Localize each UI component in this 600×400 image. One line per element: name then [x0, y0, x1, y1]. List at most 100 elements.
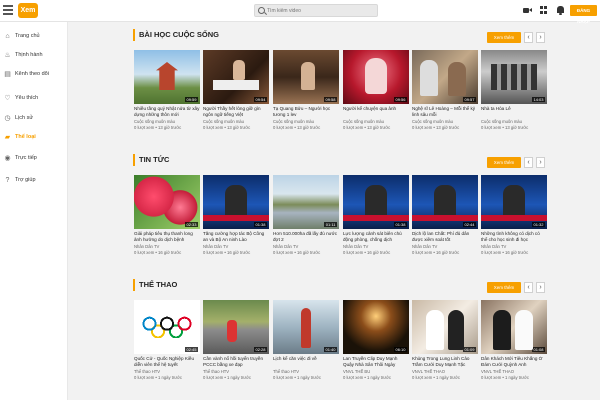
video-thumbnail[interactable]: 01:11 — [273, 175, 339, 229]
chevron-right-icon[interactable]: › — [536, 32, 545, 43]
video-channel[interactable]: Cuộc sống muôn màu — [134, 119, 200, 124]
video-thumbnail[interactable]: 01:38 — [203, 175, 269, 229]
video-thumbnail[interactable]: 09:54 — [203, 50, 269, 104]
menu-icon[interactable] — [3, 5, 13, 16]
sidebar-item-help[interactable]: ? Trợ giúp — [0, 172, 68, 190]
sidebar-item-categories[interactable]: ▰ Thể loại — [0, 129, 68, 147]
video-thumbnail[interactable]: 01:09 — [412, 300, 478, 354]
video-title[interactable]: Nhà ta Hòa Lê — [481, 106, 547, 118]
video-channel[interactable]: VNVL THỂ THAO — [412, 369, 478, 374]
video-channel[interactable]: Nhân Dân TV — [412, 244, 478, 249]
video-title[interactable]: Tăng cường hợp tác Bộ Công an và Bộ An n… — [203, 231, 269, 243]
video-meta: 0 lượt xem • 16 giờ trước — [481, 250, 529, 255]
sidebar-item-home[interactable]: ⌂ Trang chủ — [0, 28, 68, 46]
video-card[interactable]: 09:54 Người Thầy hết lòng giữ gìn ngôn n… — [203, 50, 269, 130]
site-logo[interactable]: Xem — [18, 3, 38, 18]
video-title[interactable]: Những tình không có dịch có thể cho học … — [481, 231, 547, 243]
video-thumbnail[interactable]: 01:32 — [481, 175, 547, 229]
video-channel[interactable]: Cuộc sống muôn màu — [203, 119, 269, 124]
video-channel[interactable]: Cuộc sống muôn màu — [412, 119, 478, 124]
video-title[interactable]: Người kể chuyện qua ảnh — [343, 106, 409, 118]
sidebar-item-subscriptions[interactable]: ▤ Kênh theo dõi — [0, 66, 68, 84]
video-thumbnail[interactable]: 06:10 — [343, 300, 409, 354]
video-channel[interactable]: Cuộc sống muôn màu — [273, 119, 339, 124]
video-title[interactable]: Lực lượng cảnh sát biên chủ động phòng, … — [343, 231, 409, 243]
sidebar-item-trending[interactable]: ♨ Thịnh hành — [0, 47, 68, 65]
video-card[interactable]: 01:09 Khủng Trong Lung Linh Cảo Trầm Cướ… — [412, 300, 478, 380]
chevron-left-icon[interactable]: ‹ — [524, 157, 533, 168]
video-thumbnail[interactable]: 09:59 — [134, 50, 200, 104]
notification-bell-icon[interactable] — [556, 6, 565, 15]
chevron-right-icon[interactable]: › — [536, 282, 545, 293]
video-duration: 09:56 — [393, 96, 407, 102]
see-more-button[interactable]: Xem thêm — [487, 157, 521, 168]
search-icon[interactable] — [258, 7, 265, 14]
video-card[interactable]: 09:58 Tạ Quang Bửu – Người học tương 1 l… — [273, 50, 339, 130]
video-card[interactable]: 02:45 Quốc Cử - Quốc Nghiệp Kiều diễn vi… — [134, 300, 200, 380]
see-more-button[interactable]: Xem thêm — [487, 282, 521, 293]
video-title[interactable]: Khủng Trong Lung Linh Cảo Trầm Cưới Duy … — [412, 356, 478, 368]
video-thumbnail[interactable]: 14:03 — [481, 50, 547, 104]
video-title[interactable]: Tạ Quang Bửu – Người học tương 1 lev — [273, 106, 339, 118]
video-title[interactable]: Giải pháp tiêu thụ thanh long ảnh hưởng … — [134, 231, 200, 243]
video-title[interactable]: Lan Truyền Clip Duy Mạnh Quậy Nhà Sân Th… — [343, 356, 409, 368]
video-thumbnail[interactable]: 09:56 — [343, 50, 409, 104]
video-thumbnail[interactable]: 01:08 — [481, 300, 547, 354]
video-thumbnail[interactable]: 02:45 — [134, 300, 200, 354]
video-title[interactable]: Hơn 510.000ha đã lấy đủ nước đợt 2 — [273, 231, 339, 243]
video-title[interactable]: Nghệ sĩ Lê Hoàng – Mỗi thể kỷ linh sâu m… — [412, 106, 478, 118]
video-channel[interactable]: Thể thao HTV — [273, 369, 339, 374]
video-card[interactable]: 01:38 Lực lượng cảnh sát biên chủ động p… — [343, 175, 409, 255]
video-card[interactable]: 14:03 Nhà ta Hòa Lê Cuộc sống muôn màu 0… — [481, 50, 547, 130]
video-title[interactable]: Dịch lộ lan Chất: Phí đủ dân được xiêm s… — [412, 231, 478, 243]
video-title[interactable]: Dân Khách Mới Tiêu Khẳng Ở Đám Cưới Quỳn… — [481, 356, 547, 368]
apps-grid-icon[interactable] — [540, 6, 549, 15]
video-thumbnail[interactable]: 02:33 — [134, 175, 200, 229]
chevron-right-icon[interactable]: › — [536, 157, 545, 168]
video-thumbnail[interactable]: 02:44 — [412, 175, 478, 229]
video-channel[interactable]: Nhân Dân TV — [343, 244, 409, 249]
search-box[interactable] — [254, 4, 378, 17]
video-card[interactable]: 01:40 Lịch kể căn việc đi về Thể thao HT… — [273, 300, 339, 380]
video-card[interactable]: 09:56 Người kể chuyện qua ảnh Cuộc sống … — [343, 50, 409, 130]
video-thumbnail[interactable]: 09:58 — [273, 50, 339, 104]
video-title[interactable]: Lịch kể căn việc đi về — [273, 356, 339, 368]
video-channel[interactable]: Nhân Dân TV — [203, 244, 269, 249]
video-channel[interactable]: Nhân Dân TV — [134, 244, 200, 249]
video-card[interactable]: 06:10 Lan Truyền Clip Duy Mạnh Quậy Nhà … — [343, 300, 409, 380]
video-channel[interactable]: Cuộc sống muôn màu — [343, 119, 409, 124]
video-title[interactable]: Quốc Cử - Quốc Nghiệp Kiều diễn viên thể… — [134, 356, 200, 368]
video-channel[interactable]: Thể thao HTV — [134, 369, 200, 374]
video-title[interactable]: Nhiều tầng quý Nhật nửa từ xây dựng nhữn… — [134, 106, 200, 118]
video-card[interactable]: 01:38 Tăng cường hợp tác Bộ Công an và B… — [203, 175, 269, 255]
video-channel[interactable]: VNVL THỂ THAO — [481, 369, 547, 374]
video-channel[interactable]: Nhân Dân TV — [273, 244, 339, 249]
video-card[interactable]: 01:08 Dân Khách Mới Tiêu Khẳng Ở Đám Cướ… — [481, 300, 547, 380]
see-more-button[interactable]: Xem thêm — [487, 32, 521, 43]
chevron-left-icon[interactable]: ‹ — [524, 32, 533, 43]
video-card[interactable]: 01:32 Những tình không có dịch có thể ch… — [481, 175, 547, 255]
video-title[interactable]: Người Thầy hết lòng giữ gìn ngôn ngữ tiế… — [203, 106, 269, 118]
video-title[interactable]: Cần vành nổ hồi tuyển truyền PCCC bằng x… — [203, 356, 269, 368]
video-channel[interactable]: Cuộc sống muôn màu — [481, 119, 547, 124]
search-input[interactable] — [267, 6, 375, 16]
video-card[interactable]: 01:11 Hơn 510.000ha đã lấy đủ nước đợt 2… — [273, 175, 339, 255]
chevron-left-icon[interactable]: ‹ — [524, 282, 533, 293]
video-thumbnail[interactable]: 01:40 — [273, 300, 339, 354]
sidebar-item-favorites[interactable]: ♡ Yêu thích — [0, 90, 68, 108]
video-channel[interactable]: Thể thao HTV — [203, 369, 269, 374]
upload-video-icon[interactable] — [523, 6, 532, 15]
video-channel[interactable]: VNVL THỂ BU — [343, 369, 409, 374]
sidebar-item-history[interactable]: ◷ Lịch sử — [0, 110, 68, 128]
video-thumbnail[interactable]: 01:38 — [343, 175, 409, 229]
video-card[interactable]: 09:57 Nghệ sĩ Lê Hoàng – Mỗi thể kỷ linh… — [412, 50, 478, 130]
video-thumbnail[interactable]: 09:57 — [412, 50, 478, 104]
video-channel[interactable]: Nhân Dân TV — [481, 244, 547, 249]
video-card[interactable]: 02:28 Cần vành nổ hồi tuyển truyền PCCC … — [203, 300, 269, 380]
video-thumbnail[interactable]: 02:28 — [203, 300, 269, 354]
login-button[interactable]: ĐĂNG NHẬP — [570, 5, 597, 24]
video-card[interactable]: 02:44 Dịch lộ lan Chất: Phí đủ dân được … — [412, 175, 478, 255]
video-card[interactable]: 02:33 Giải pháp tiêu thụ thanh long ảnh … — [134, 175, 200, 255]
sidebar-item-live[interactable]: ◉ Trực tiếp — [0, 150, 68, 168]
video-card[interactable]: 09:59 Nhiều tầng quý Nhật nửa từ xây dựn… — [134, 50, 200, 130]
